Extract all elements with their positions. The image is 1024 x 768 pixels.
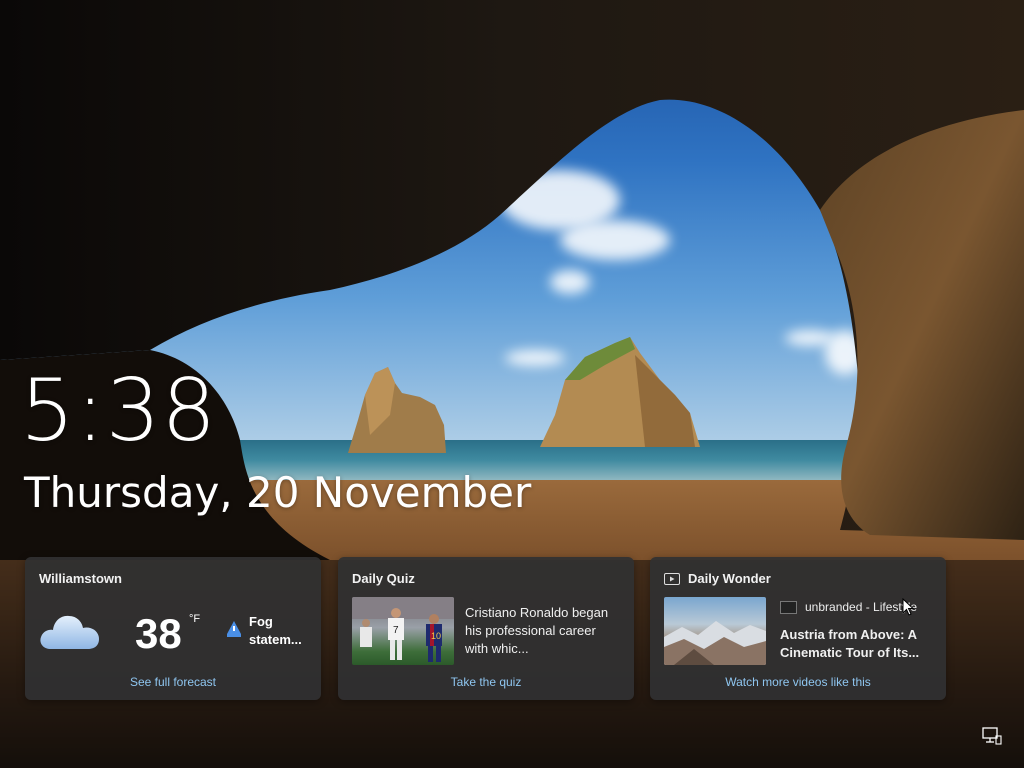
watch-more-videos-link[interactable]: Watch more videos like this bbox=[650, 675, 946, 689]
temperature: 38 bbox=[135, 610, 182, 657]
svg-text:7: 7 bbox=[393, 625, 399, 636]
video-source: unbranded - Lifestyle bbox=[780, 600, 917, 614]
daily-quiz-widget[interactable]: Daily Quiz 7 10 Cristiano Ronaldo began … bbox=[338, 557, 634, 700]
condition-line-1: Fog bbox=[249, 614, 273, 629]
cloud-icon bbox=[40, 615, 99, 649]
wonder-title-row: Daily Wonder bbox=[664, 571, 771, 586]
take-the-quiz-link[interactable]: Take the quiz bbox=[338, 675, 634, 689]
quiz-thumbnail[interactable]: 7 10 bbox=[352, 597, 454, 665]
weather-widget[interactable]: Williamstown 38 °F Fog statem... See ful… bbox=[25, 557, 321, 700]
condition-line-2: statem... bbox=[249, 632, 302, 647]
headline-line-1: Austria from Above: A bbox=[780, 627, 917, 642]
source-name: unbranded - Lifestyle bbox=[805, 600, 918, 614]
lock-screen-date: Thursday, 20 November bbox=[24, 468, 532, 517]
weather-condition: Fog statem... bbox=[249, 613, 302, 649]
quiz-question: Cristiano Ronaldo began his professional… bbox=[465, 604, 608, 658]
mountains-image bbox=[664, 621, 766, 665]
temperature-unit: °F bbox=[189, 613, 201, 625]
svg-text:10: 10 bbox=[431, 631, 441, 641]
wonder-title: Daily Wonder bbox=[688, 571, 771, 586]
quiz-text-line-3: with whic... bbox=[465, 641, 529, 656]
weather-location: Williamstown bbox=[39, 571, 122, 586]
lock-screen-clock: 5:38 bbox=[20, 361, 218, 461]
mouse-cursor-icon bbox=[902, 598, 914, 616]
quiz-text-line-2: his professional career bbox=[465, 623, 596, 638]
headline-line-2: Cinematic Tour of Its... bbox=[780, 645, 920, 660]
source-logo-icon bbox=[780, 600, 797, 614]
daily-wonder-widget[interactable]: Daily Wonder unbranded - Lifestyle Austr… bbox=[650, 557, 946, 700]
footballers-image: 7 10 bbox=[352, 597, 454, 662]
wonder-thumbnail[interactable] bbox=[664, 597, 766, 665]
quiz-title: Daily Quiz bbox=[352, 571, 415, 586]
wonder-headline: Austria from Above: A Cinematic Tour of … bbox=[780, 626, 919, 662]
video-icon bbox=[664, 572, 680, 585]
alert-icon bbox=[227, 621, 241, 637]
see-full-forecast-link[interactable]: See full forecast bbox=[25, 675, 321, 689]
network-icon[interactable] bbox=[982, 727, 1002, 745]
quiz-text-line-1: Cristiano Ronaldo began bbox=[465, 605, 609, 620]
